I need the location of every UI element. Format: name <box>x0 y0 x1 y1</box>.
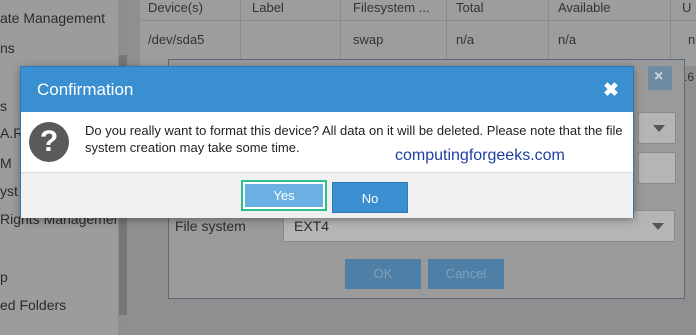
bg-input[interactable] <box>638 152 676 184</box>
chevron-down-icon <box>652 223 664 230</box>
grid-divider <box>240 0 241 66</box>
table-cell[interactable]: n/a <box>558 32 576 50</box>
yes-button-label: Yes <box>245 184 323 207</box>
column-header-total[interactable]: Total <box>456 0 483 20</box>
grid-divider <box>670 0 671 66</box>
table-cell: .6 <box>684 70 695 84</box>
grid-divider <box>548 0 549 66</box>
no-button[interactable]: No <box>332 182 408 213</box>
sidebar-item-shared-folders[interactable]: ed Folders <box>0 297 66 313</box>
watermark: computingforgeeks.com <box>395 147 565 164</box>
column-header-available[interactable]: Available <box>558 0 611 20</box>
sidebar-item-filesystems[interactable]: yst <box>0 183 18 199</box>
column-header-label[interactable]: Label <box>252 0 284 20</box>
grid-divider <box>446 0 447 66</box>
grid-divider <box>340 0 341 66</box>
filesystem-grid: Device(s) Label Filesystem ... Total Ava… <box>140 0 696 66</box>
filesystem-value: EXT4 <box>294 218 330 234</box>
grid-divider <box>140 20 696 21</box>
close-icon[interactable]: ✖ <box>603 79 619 102</box>
sidebar-item-certificate-management[interactable]: ate Management <box>0 10 105 26</box>
table-cell[interactable]: n/a <box>456 32 474 50</box>
sidebar-item-raid-management[interactable]: M <box>0 155 12 171</box>
ok-button[interactable]: OK <box>345 259 421 289</box>
chevron-down-icon <box>653 125 665 132</box>
cancel-button[interactable]: Cancel <box>428 259 504 289</box>
sidebar-item-notifications[interactable]: ns <box>0 40 15 56</box>
filesystem-label: File system <box>175 218 246 234</box>
bg-select[interactable] <box>638 112 676 144</box>
table-cell[interactable]: /dev/sda5 <box>148 32 204 50</box>
dialog-header: Confirmation ✖ <box>21 67 633 112</box>
column-header-used[interactable]: U <box>682 0 691 20</box>
table-cell[interactable]: swap <box>353 32 383 50</box>
dialog-footer <box>21 172 633 218</box>
column-header-filesystem[interactable]: Filesystem ... <box>353 0 430 20</box>
confirmation-dialog: Confirmation ✖ ? Do you really want to f… <box>20 66 634 218</box>
column-header-devices[interactable]: Device(s) <box>148 0 203 20</box>
sidebar-item-disks[interactable]: s <box>0 98 7 114</box>
sidebar-item-group[interactable]: p <box>0 269 8 285</box>
bg-close-button[interactable]: × <box>648 66 672 90</box>
table-cell[interactable]: n <box>688 32 695 50</box>
dialog-title: Confirmation <box>37 80 134 99</box>
yes-button[interactable]: Yes <box>241 180 327 211</box>
close-icon: × <box>654 68 664 85</box>
question-icon: ? <box>29 122 69 162</box>
